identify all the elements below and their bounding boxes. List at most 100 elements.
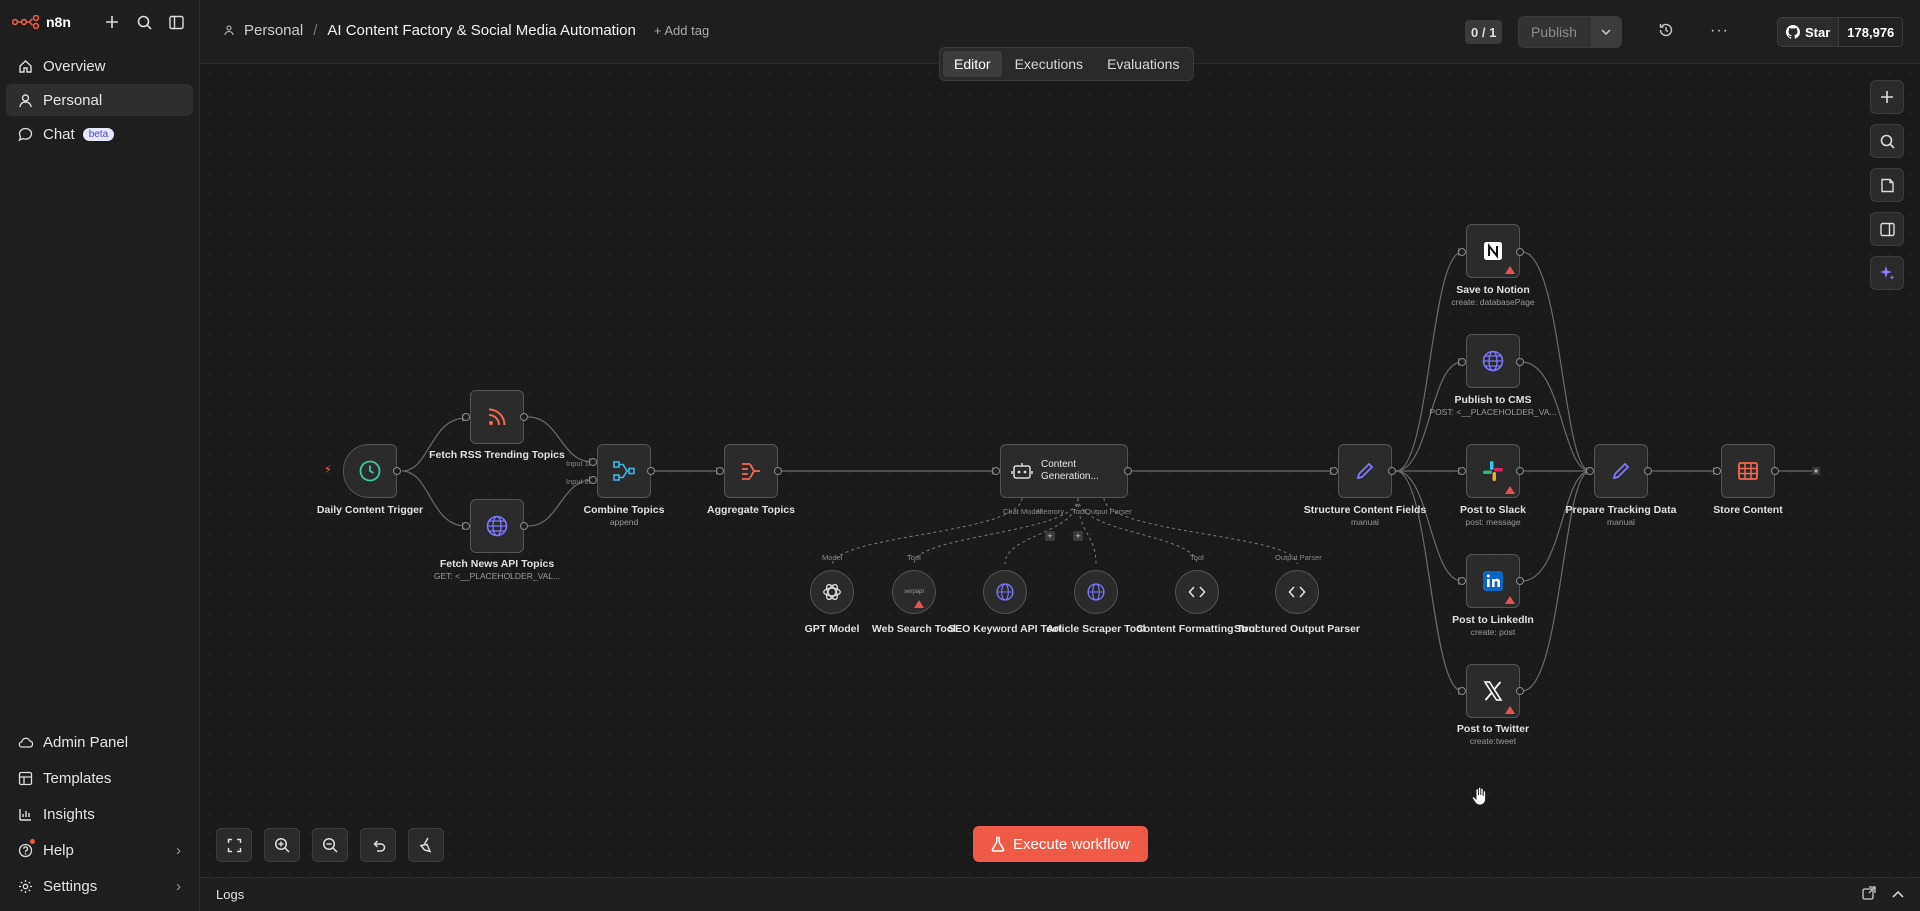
execute-workflow-button[interactable]: Execute workflow xyxy=(973,826,1148,862)
add-node-handle xyxy=(1812,467,1820,475)
node-content-formatting-tool[interactable] xyxy=(1175,570,1219,614)
node-structured-output-parser[interactable] xyxy=(1275,570,1319,614)
version-counter: 0 / 1 xyxy=(1465,20,1503,44)
sidebar-item-help[interactable]: Help › xyxy=(6,833,193,867)
node-content-generation-agent[interactable]: Content Generation... xyxy=(1000,444,1128,498)
node-fetch-rss-trending-topics[interactable] xyxy=(470,390,524,444)
output-handle[interactable] xyxy=(647,467,655,475)
toggle-panel-button[interactable] xyxy=(1870,212,1904,246)
sidebar-item-settings[interactable]: Settings › xyxy=(6,869,193,903)
input-handle[interactable] xyxy=(1713,467,1721,475)
output-handle[interactable] xyxy=(774,467,782,475)
sidebar-item-templates[interactable]: Templates xyxy=(6,761,193,795)
input-handle[interactable] xyxy=(1586,467,1594,475)
input-handle[interactable] xyxy=(1458,577,1466,585)
output-handle[interactable] xyxy=(1771,467,1779,475)
input-handle[interactable] xyxy=(1458,687,1466,695)
publish-button-group: Publish xyxy=(1518,16,1622,48)
github-star-button[interactable]: Star 178,976 xyxy=(1777,17,1904,47)
node-label: Structured Output Parser xyxy=(1233,623,1361,635)
node-post-to-linkedin[interactable] xyxy=(1466,554,1520,608)
node-aggregate-topics[interactable] xyxy=(724,444,778,498)
output-handle[interactable] xyxy=(1516,467,1524,475)
output-handle[interactable] xyxy=(393,467,401,475)
output-handle[interactable] xyxy=(1516,248,1524,256)
publish-dropdown-button[interactable] xyxy=(1589,17,1621,47)
node-seo-keyword-api-tool[interactable] xyxy=(983,570,1027,614)
sidebar-item-admin-panel[interactable]: Admin Panel xyxy=(6,725,193,759)
search-nodes-button[interactable] xyxy=(1870,124,1904,158)
more-options-icon[interactable]: ··· xyxy=(1710,22,1729,40)
zoom-in-button[interactable] xyxy=(264,828,300,862)
logs-panel-bar[interactable]: Logs xyxy=(200,877,1920,911)
output-handle[interactable] xyxy=(1516,577,1524,585)
history-icon[interactable] xyxy=(1658,22,1674,43)
chevron-right-icon: › xyxy=(176,841,181,859)
node-gpt-model[interactable] xyxy=(810,570,854,614)
node-structure-content-fields[interactable] xyxy=(1338,444,1392,498)
tab-executions[interactable]: Executions xyxy=(1004,51,1094,77)
tidy-up-button[interactable] xyxy=(408,828,444,862)
node-combine-topics[interactable] xyxy=(597,444,651,498)
add-memory-button[interactable]: + xyxy=(1045,531,1055,541)
node-post-to-twitter[interactable] xyxy=(1466,664,1520,718)
output-handle[interactable] xyxy=(1516,687,1524,695)
input-handle[interactable] xyxy=(462,522,470,530)
collapse-sidebar-icon[interactable] xyxy=(165,11,187,33)
node-store-content[interactable] xyxy=(1721,444,1775,498)
node-save-to-notion[interactable] xyxy=(1466,224,1520,278)
zoom-out-button[interactable] xyxy=(312,828,348,862)
templates-icon xyxy=(18,771,33,785)
input-handle[interactable] xyxy=(462,413,470,421)
tab-evaluations[interactable]: Evaluations xyxy=(1096,51,1190,77)
node-post-to-slack[interactable] xyxy=(1466,444,1520,498)
input-handle[interactable] xyxy=(1330,467,1338,475)
input-handle[interactable] xyxy=(1458,358,1466,366)
add-icon[interactable] xyxy=(101,11,123,33)
sidebar-item-overview[interactable]: Overview xyxy=(6,50,193,82)
sidebar-item-chat[interactable]: Chat beta xyxy=(6,118,193,150)
gear-icon xyxy=(19,879,32,893)
notion-icon xyxy=(1484,242,1502,260)
ai-assistant-button[interactable] xyxy=(1870,256,1904,290)
output-handle[interactable] xyxy=(520,413,528,421)
node-publish-to-cms[interactable] xyxy=(1466,334,1520,388)
node-article-scraper-tool[interactable] xyxy=(1074,570,1118,614)
output-handle[interactable] xyxy=(1124,467,1132,475)
output-handle[interactable] xyxy=(520,522,528,530)
input-handle[interactable] xyxy=(589,458,597,466)
github-star-count: 178,976 xyxy=(1839,18,1903,46)
output-handle[interactable] xyxy=(1516,358,1524,366)
add-tag-button[interactable]: + Add tag xyxy=(654,23,709,38)
node-prepare-tracking-data[interactable] xyxy=(1594,444,1648,498)
input-handle[interactable] xyxy=(992,467,1000,475)
add-sticky-note-button[interactable] xyxy=(1870,168,1904,202)
sparkle-icon xyxy=(1880,266,1895,280)
output-handle[interactable] xyxy=(1388,467,1396,475)
input-handle[interactable] xyxy=(716,467,724,475)
fit-view-button[interactable] xyxy=(216,828,252,862)
pop-out-icon[interactable] xyxy=(1862,886,1876,903)
node-label: Post to Twitter xyxy=(1456,723,1530,735)
publish-button[interactable]: Publish xyxy=(1519,17,1589,47)
search-icon[interactable] xyxy=(133,11,155,33)
node-daily-content-trigger[interactable] xyxy=(343,444,397,498)
input-handle[interactable] xyxy=(589,476,597,484)
workflow-title[interactable]: AI Content Factory & Social Media Automa… xyxy=(327,22,636,39)
breadcrumb-project[interactable]: Personal xyxy=(244,22,303,39)
sidebar-item-insights[interactable]: Insights xyxy=(6,797,193,831)
input-handle[interactable] xyxy=(1458,467,1466,475)
chevron-up-icon[interactable] xyxy=(1892,886,1904,903)
sidebar-item-personal[interactable]: Personal xyxy=(6,84,193,116)
workflow-canvas[interactable]: ⚡ Daily Content Trigger Fetch RSS Trendi… xyxy=(200,64,1920,877)
node-fetch-news-api-topics[interactable] xyxy=(470,499,524,553)
add-node-button[interactable] xyxy=(1870,80,1904,114)
github-star-label: Star xyxy=(1805,24,1831,40)
output-handle[interactable] xyxy=(1644,467,1652,475)
node-web-search-tool[interactable]: serpapi xyxy=(892,570,936,614)
n8n-logo[interactable]: n8n xyxy=(12,14,71,30)
input-handle[interactable] xyxy=(1458,248,1466,256)
undo-button[interactable] xyxy=(360,828,396,862)
add-tool-button[interactable]: + xyxy=(1073,531,1083,541)
tab-editor[interactable]: Editor xyxy=(943,51,1002,77)
